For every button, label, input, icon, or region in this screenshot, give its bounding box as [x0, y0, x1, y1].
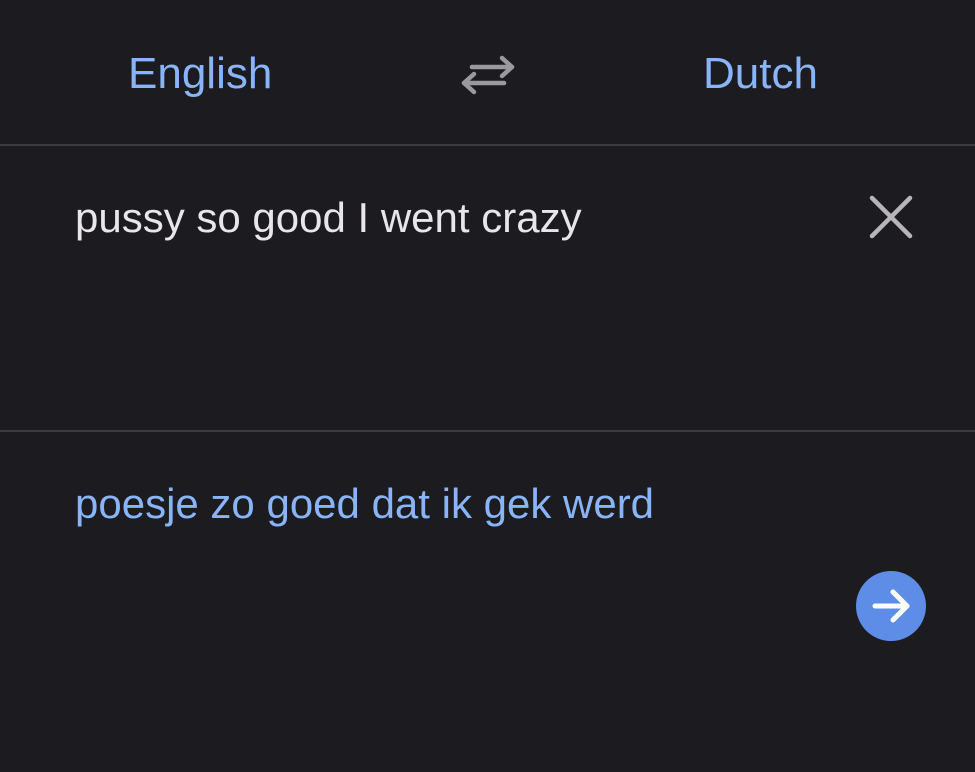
arrow-right-icon	[872, 589, 910, 623]
clear-button[interactable]	[866, 192, 916, 242]
source-text-input[interactable]: pussy so good I went crazy	[75, 192, 582, 244]
close-icon	[869, 195, 913, 239]
divider	[0, 430, 975, 432]
translation-result: poesje zo goed dat ik gek werd	[75, 480, 655, 527]
divider	[0, 144, 975, 146]
open-translation-button[interactable]	[856, 571, 926, 641]
swap-languages-button[interactable]	[458, 52, 518, 96]
swap-arrows-icon	[461, 55, 515, 95]
language-bar: English Dutch	[0, 0, 975, 145]
source-language-button[interactable]: English	[128, 48, 272, 100]
target-language-button[interactable]: Dutch	[703, 48, 818, 100]
